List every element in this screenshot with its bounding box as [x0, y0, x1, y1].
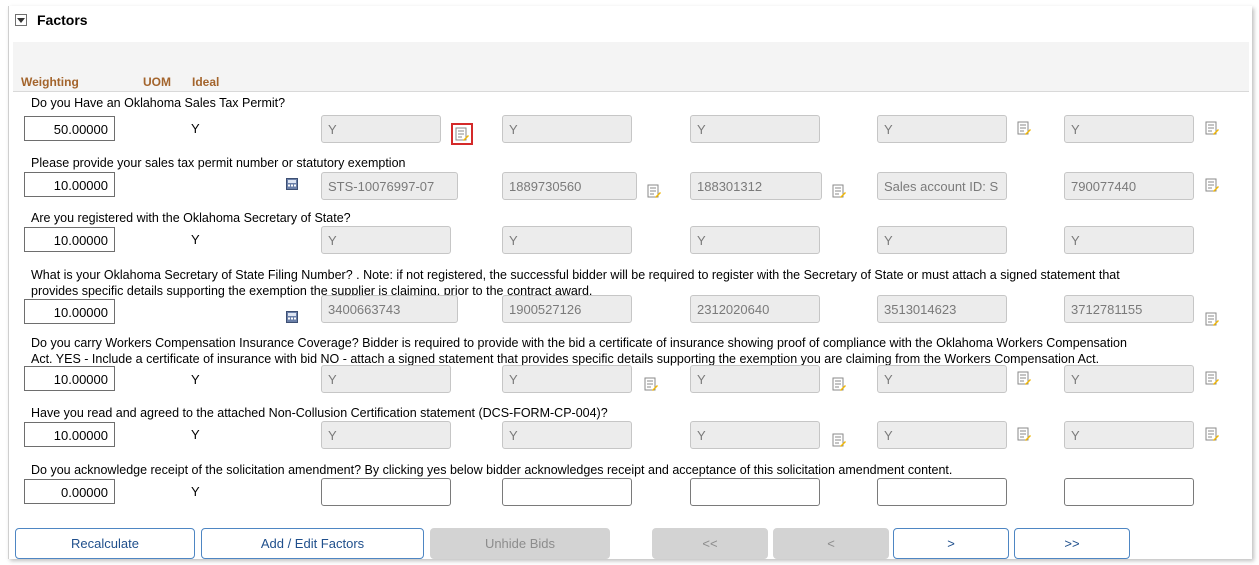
weight-input[interactable]: 10.00000 [24, 422, 115, 447]
bid-response-input[interactable] [1064, 478, 1194, 506]
chevron-down-icon [17, 17, 25, 23]
note-edit-icon[interactable] [1017, 427, 1031, 441]
bid-response: Y [502, 226, 632, 254]
weight-input[interactable]: 50.00000 [24, 116, 115, 141]
bid-response: 790077440 [1064, 172, 1194, 200]
note-edit-icon[interactable] [451, 123, 473, 145]
note-edit-icon[interactable] [832, 377, 846, 391]
bid-response: Y [321, 226, 451, 254]
note-edit-icon[interactable] [1205, 121, 1219, 135]
bid-response-input[interactable] [877, 478, 1007, 506]
bid-response: Y [321, 421, 451, 449]
weight-input[interactable]: 10.00000 [24, 299, 115, 324]
bid-response: Y [690, 421, 820, 449]
bid-response: Y [877, 365, 1007, 393]
ideal-value: Y [191, 121, 200, 136]
factor-question: Do you Have an Oklahoma Sales Tax Permit… [31, 96, 286, 110]
factor-question: Do you acknowledge receipt of the solici… [31, 463, 953, 477]
bid-response: Y [321, 365, 451, 393]
bid-response: 3400663743 [321, 295, 458, 323]
section-header: Factors [15, 12, 88, 28]
bid-response-input[interactable] [690, 478, 820, 506]
next-page-button[interactable]: > [893, 528, 1009, 559]
bid-response-input[interactable] [321, 478, 451, 506]
add-edit-factors-button[interactable]: Add / Edit Factors [201, 528, 424, 559]
bid-response: Y [690, 226, 820, 254]
note-edit-icon[interactable] [1017, 371, 1031, 385]
weight-input[interactable]: 10.00000 [24, 366, 115, 391]
note-edit-icon[interactable] [1017, 121, 1031, 135]
bid-response: Y [1064, 115, 1194, 143]
weight-input[interactable]: 0.00000 [24, 479, 115, 504]
bid-response: 3712781155 [1064, 295, 1194, 323]
note-edit-icon[interactable] [644, 377, 658, 391]
bid-response: 1900527126 [502, 295, 632, 323]
bid-response: Y [690, 365, 820, 393]
ideal-value: Y [191, 232, 200, 247]
recalculate-button[interactable]: Recalculate [15, 528, 195, 559]
bid-response: Y [877, 115, 1007, 143]
collapse-toggle[interactable] [15, 14, 27, 26]
first-page-button[interactable]: << [652, 528, 768, 559]
bid-response: Y [690, 115, 820, 143]
weight-input[interactable]: 10.00000 [24, 172, 115, 197]
ideal-value: Y [191, 484, 200, 499]
bid-response: 2312020640 [690, 295, 820, 323]
factor-question: What is your Oklahoma Secretary of State… [31, 268, 1120, 282]
bid-response: Y [1064, 421, 1194, 449]
bid-response-input[interactable] [502, 478, 632, 506]
bid-response: STS-10076997-07 [321, 172, 458, 200]
factors-panel: Factors Weighting UOM Ideal Do you Have … [8, 6, 1252, 559]
column-uom: UOM [143, 75, 171, 89]
bid-response: Y [877, 226, 1007, 254]
factor-question: Have you read and agreed to the attached… [31, 406, 608, 420]
bid-response: 3513014623 [877, 295, 1007, 323]
ideal-value: Y [191, 427, 200, 442]
factor-question-continued: Act. YES - Include a certificate of insu… [31, 352, 1100, 366]
factor-question: Please provide your sales tax permit num… [31, 156, 406, 170]
last-page-button[interactable]: >> [1014, 528, 1130, 559]
note-edit-icon[interactable] [1205, 312, 1219, 326]
previous-page-button[interactable]: < [773, 528, 889, 559]
unhide-bids-button[interactable]: Unhide Bids [430, 528, 610, 559]
note-edit-icon[interactable] [832, 433, 846, 447]
bid-response: Y [877, 421, 1007, 449]
bid-response: Y [1064, 226, 1194, 254]
bid-response: Y [1064, 365, 1194, 393]
weight-input[interactable]: 10.00000 [24, 227, 115, 252]
note-edit-icon[interactable] [832, 184, 846, 198]
bid-response: 188301312 [690, 172, 822, 200]
column-ideal: Ideal [192, 75, 220, 89]
bid-response: Y [502, 365, 632, 393]
note-edit-icon[interactable] [1205, 178, 1219, 192]
bid-response: Y [502, 115, 632, 143]
section-title: Factors [37, 12, 88, 28]
calculator-icon[interactable] [286, 311, 298, 323]
note-edit-icon[interactable] [1205, 371, 1219, 385]
note-edit-icon[interactable] [1205, 427, 1219, 441]
bid-response: Sales account ID: S [877, 172, 1007, 200]
bid-response: Y [502, 421, 632, 449]
bid-response: 1889730560 [502, 172, 637, 200]
column-weighting: Weighting [21, 75, 79, 89]
calculator-icon[interactable] [286, 178, 298, 190]
ideal-value: Y [191, 372, 200, 387]
bid-response: Y [321, 115, 441, 143]
note-edit-icon[interactable] [647, 184, 661, 198]
factor-question: Do you carry Workers Compensation Insura… [31, 336, 1127, 350]
factor-question: Are you registered with the Oklahoma Sec… [31, 211, 351, 225]
